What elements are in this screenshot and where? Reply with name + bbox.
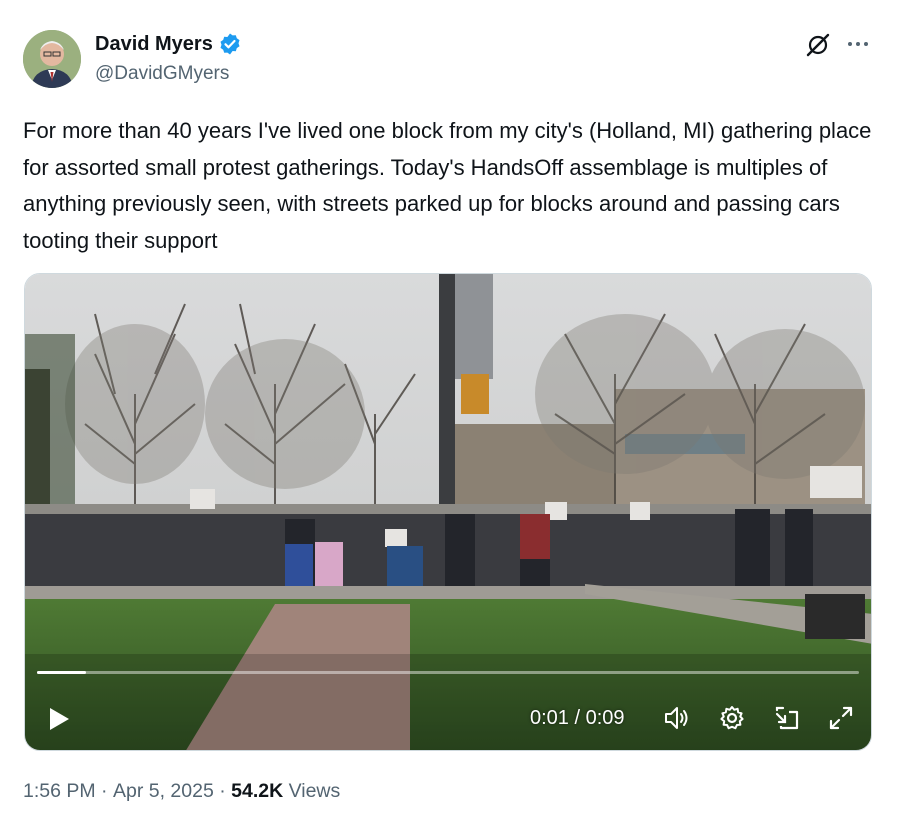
views-count: 54.2K: [231, 780, 284, 802]
tweet-meta: 1:56 PM · Apr 5, 2025 · 54.2K Views: [23, 780, 340, 803]
author-handle[interactable]: @DavidGMyers: [95, 63, 229, 85]
author-name-row[interactable]: David Myers: [95, 32, 242, 56]
pip-icon[interactable]: [773, 704, 801, 732]
author-avatar[interactable]: [23, 30, 81, 88]
more-options-icon[interactable]: [845, 34, 871, 54]
meta-separator: ·: [95, 780, 113, 802]
video-player[interactable]: 0:01 / 0:09: [24, 273, 872, 751]
tweet-date[interactable]: Apr 5, 2025: [113, 780, 214, 803]
tweet-text: For more than 40 years I've lived one bl…: [23, 118, 878, 253]
author-name[interactable]: David Myers: [95, 33, 213, 56]
play-icon[interactable]: [43, 704, 73, 734]
views-label: Views: [283, 780, 341, 802]
meta-separator: ·: [213, 780, 232, 802]
video-time-display: 0:01 / 0:09: [530, 707, 625, 729]
grok-icon[interactable]: [805, 32, 831, 58]
settings-icon[interactable]: [718, 704, 746, 732]
video-progress-bar[interactable]: [37, 671, 859, 674]
verified-badge-icon: [220, 33, 240, 55]
fullscreen-icon[interactable]: [827, 704, 855, 732]
tweet-time[interactable]: 1:56 PM: [23, 780, 96, 803]
protest-crowd-video-frame: [25, 274, 871, 750]
volume-icon[interactable]: [663, 704, 691, 732]
video-progress-fill: [37, 671, 87, 674]
person-avatar-icon: [23, 30, 81, 88]
